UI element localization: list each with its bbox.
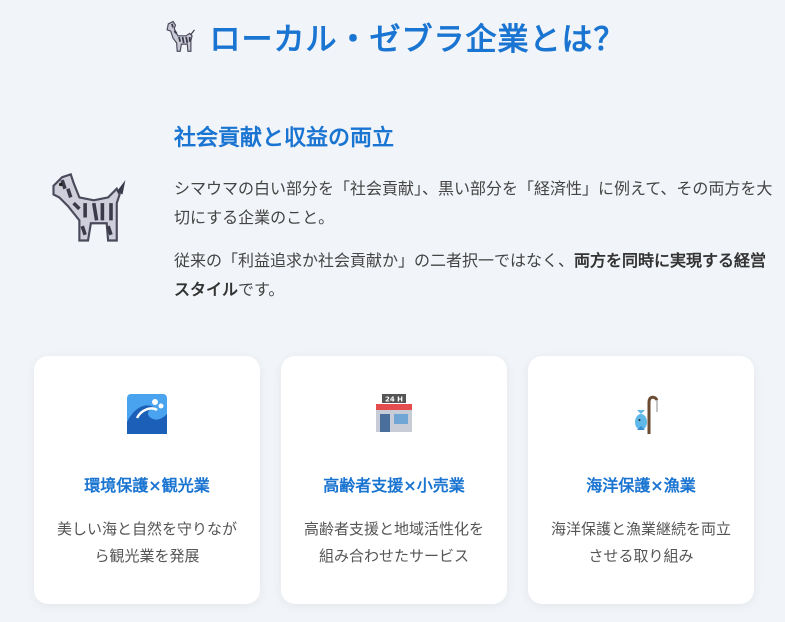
hero-subtitle: 社会貢献と収益の両立 [174,126,395,151]
feature-cards: 環境保護×観光業 美しい海と自然を守りながら観光業を発展 24 H 高齢者支援×… [34,356,754,604]
card-title: 高齢者支援×小売業 [323,476,465,495]
card-title: 環境保護×観光業 [84,476,210,495]
zebra-icon [52,173,126,242]
fishing-pole-icon [635,395,659,434]
hero-section: 社会貢献と収益の両立 シマウマの白い部分を「社会貢献」、黒い部分を「経済性」に例… [174,120,774,318]
feature-card-elderly: 24 H 高齢者支援×小売業 高齢者支援と地域活性化を組み合わせたサービス [281,356,507,604]
wave-icon [127,394,167,434]
card-description: 海洋保護と漁業継続を両立させる取り組み [550,520,731,565]
feature-card-fishery: 海洋保護×漁業 海洋保護と漁業継続を両立させる取り組み [528,356,754,604]
card-description: 美しい海と自然を守りながら観光業を発展 [56,520,237,565]
feature-card-environment: 環境保護×観光業 美しい海と自然を守りながら観光業を発展 [34,356,260,604]
convenience-store-icon: 24 H [376,394,412,432]
zebra-icon [165,20,195,52]
card-description: 高齢者支援と地域活性化を組み合わせたサービス [303,520,484,565]
store-sign-label: 24 H [385,396,403,404]
hero-paragraph-2: 従来の「利益追求か社会貢献か」の二者択一ではなく、両方を同時に実現する経営スタイ… [174,246,774,304]
page-title: ローカル・ゼブラ企業とは？ [209,22,626,58]
hero-paragraph-2-suffix: です。 [238,280,285,299]
card-title: 海洋保護×漁業 [586,476,696,495]
hero-paragraph-1: シマウマの白い部分を「社会貢献」、黒い部分を「経済性」に例えて、その両方を大切に… [174,179,773,227]
page-header: ローカル・ゼブラ企業とは？ [0,14,785,59]
hero-paragraph-2-prefix: 従来の「利益追求か社会貢献か」の二者択一ではなく、 [174,251,575,270]
